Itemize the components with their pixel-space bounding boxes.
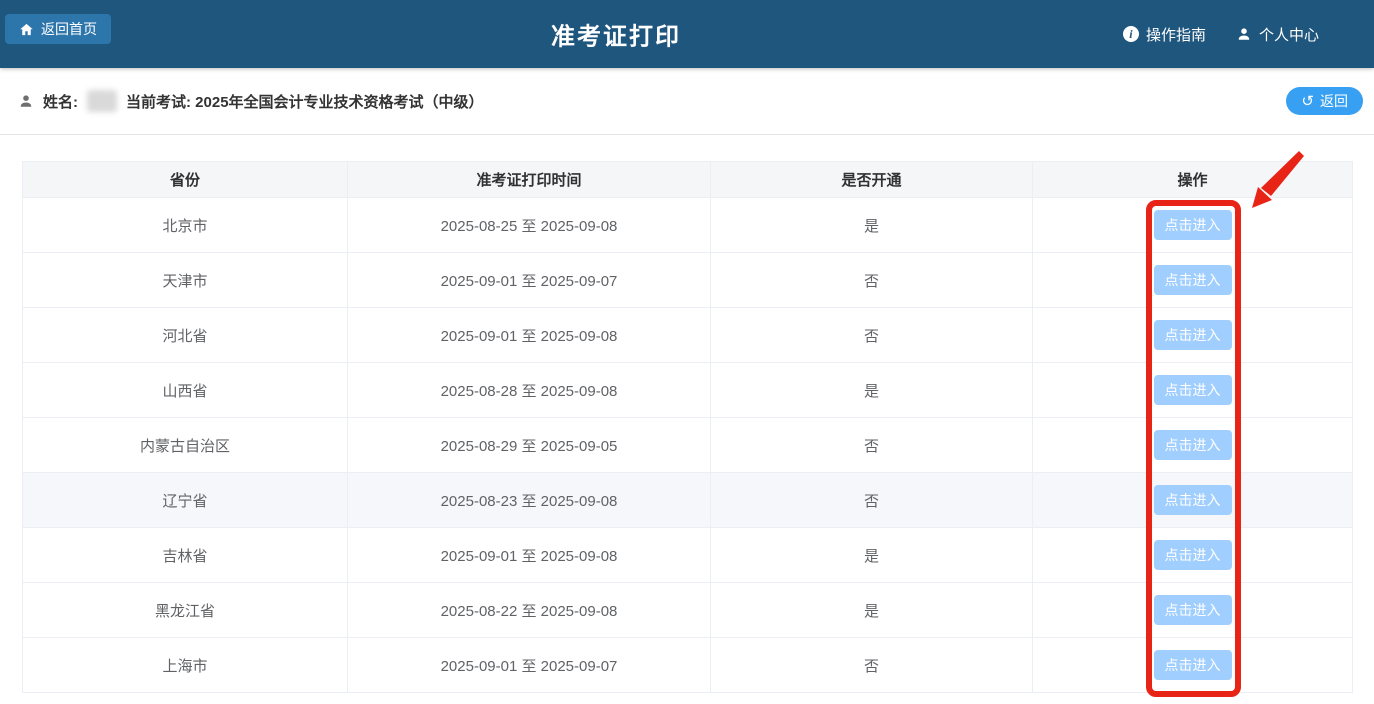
- province-cell: 辽宁省: [22, 472, 348, 528]
- refresh-icon: ↺: [1301, 92, 1314, 110]
- province-table: 省份 准考证打印时间 是否开通 操作 北京市 2025-08-25 至 2025-…: [22, 161, 1353, 693]
- enter-button[interactable]: 点击进入: [1153, 430, 1232, 460]
- print-period-cell: 2025-08-25 至 2025-09-08: [347, 197, 711, 253]
- print-period-cell: 2025-09-01 至 2025-09-08: [347, 527, 711, 583]
- user-exam-info: 姓名: 当前考试: 2025年全国会计专业技术资格考试（中级）: [18, 90, 1286, 112]
- open-status-cell: 否: [710, 307, 1033, 363]
- top-header-bar: 返回首页 准考证打印 i 操作指南 个人中心: [0, 0, 1374, 68]
- open-status-cell: 否: [710, 472, 1033, 528]
- print-period-cell: 2025-08-29 至 2025-09-05: [347, 417, 711, 473]
- col-header-province: 省份: [22, 161, 348, 198]
- print-period-cell: 2025-09-01 至 2025-09-08: [347, 307, 711, 363]
- home-icon: [19, 22, 34, 37]
- enter-button[interactable]: 点击进入: [1153, 265, 1232, 295]
- action-cell: 点击进入: [1032, 417, 1353, 473]
- open-status-cell: 是: [710, 527, 1033, 583]
- action-cell: 点击进入: [1032, 472, 1353, 528]
- redacted-name: [87, 90, 117, 112]
- open-status-cell: 是: [710, 197, 1033, 253]
- enter-button[interactable]: 点击进入: [1153, 485, 1232, 515]
- action-cell: 点击进入: [1032, 527, 1353, 583]
- table-row: 河北省 2025-09-01 至 2025-09-08 否 点击进入: [22, 307, 1353, 363]
- province-cell: 内蒙古自治区: [22, 417, 348, 473]
- return-button[interactable]: ↺ 返回: [1286, 87, 1363, 115]
- table-row: 吉林省 2025-09-01 至 2025-09-08 是 点击进入: [22, 527, 1353, 583]
- person-icon: [18, 93, 34, 109]
- print-period-cell: 2025-09-01 至 2025-09-07: [347, 637, 711, 693]
- table-header-row: 省份 准考证打印时间 是否开通 操作: [22, 161, 1353, 198]
- back-home-button[interactable]: 返回首页: [5, 14, 111, 44]
- enter-button[interactable]: 点击进入: [1153, 595, 1232, 625]
- table-row: 上海市 2025-09-01 至 2025-09-07 否 点击进入: [22, 637, 1353, 693]
- table-row: 北京市 2025-08-25 至 2025-09-08 是 点击进入: [22, 197, 1353, 253]
- table-row: 天津市 2025-09-01 至 2025-09-07 否 点击进入: [22, 252, 1353, 308]
- enter-button[interactable]: 点击进入: [1153, 375, 1232, 405]
- current-exam-label: 当前考试: 2025年全国会计专业技术资格考试（中级）: [126, 93, 484, 111]
- action-cell: 点击进入: [1032, 582, 1353, 638]
- province-cell: 吉林省: [22, 527, 348, 583]
- topbar-actions: i 操作指南 个人中心: [1122, 0, 1319, 68]
- table-row: 黑龙江省 2025-08-22 至 2025-09-08 是 点击进入: [22, 582, 1353, 638]
- province-cell: 山西省: [22, 362, 348, 418]
- user-icon: [1236, 26, 1252, 42]
- open-status-cell: 否: [710, 417, 1033, 473]
- print-period-cell: 2025-09-01 至 2025-09-07: [347, 252, 711, 308]
- table-row: 内蒙古自治区 2025-08-29 至 2025-09-05 否 点击进入: [22, 417, 1353, 473]
- enter-button[interactable]: 点击进入: [1153, 210, 1232, 240]
- main-content: 省份 准考证打印时间 是否开通 操作 北京市 2025-08-25 至 2025-…: [0, 135, 1374, 693]
- action-cell: 点击进入: [1032, 307, 1353, 363]
- province-cell: 黑龙江省: [22, 582, 348, 638]
- province-cell: 上海市: [22, 637, 348, 693]
- open-status-cell: 是: [710, 582, 1033, 638]
- province-cell: 河北省: [22, 307, 348, 363]
- action-cell: 点击进入: [1032, 252, 1353, 308]
- print-period-cell: 2025-08-28 至 2025-09-08: [347, 362, 711, 418]
- table-row: 山西省 2025-08-28 至 2025-09-08 是 点击进入: [22, 362, 1353, 418]
- col-header-print-period: 准考证打印时间: [347, 161, 711, 198]
- action-cell: 点击进入: [1032, 197, 1353, 253]
- profile-label: 个人中心: [1258, 26, 1319, 44]
- action-cell: 点击进入: [1032, 637, 1353, 693]
- table-row: 辽宁省 2025-08-23 至 2025-09-08 否 点击进入: [22, 472, 1353, 528]
- province-cell: 天津市: [22, 252, 348, 308]
- col-header-action: 操作: [1032, 161, 1353, 198]
- col-header-open-status: 是否开通: [710, 161, 1033, 198]
- name-label: 姓名:: [43, 93, 78, 111]
- info-icon: i: [1122, 26, 1139, 42]
- guide-label: 操作指南: [1145, 26, 1206, 44]
- user-exam-bar: 姓名: 当前考试: 2025年全国会计专业技术资格考试（中级） ↺ 返回: [0, 68, 1374, 135]
- profile-link[interactable]: 个人中心: [1236, 24, 1319, 45]
- enter-button[interactable]: 点击进入: [1153, 320, 1232, 350]
- return-label: 返回: [1320, 93, 1348, 109]
- open-status-cell: 否: [710, 637, 1033, 693]
- open-status-cell: 否: [710, 252, 1033, 308]
- action-cell: 点击进入: [1032, 362, 1353, 418]
- enter-button[interactable]: 点击进入: [1153, 650, 1232, 680]
- table-body: 北京市 2025-08-25 至 2025-09-08 是点击进入 天津市 2025-0…: [22, 197, 1353, 693]
- enter-button[interactable]: 点击进入: [1153, 540, 1232, 570]
- print-period-cell: 2025-08-23 至 2025-09-08: [347, 472, 711, 528]
- guide-link[interactable]: i 操作指南: [1122, 24, 1206, 45]
- open-status-cell: 是: [710, 362, 1033, 418]
- province-cell: 北京市: [22, 197, 348, 253]
- back-home-label: 返回首页: [41, 21, 97, 37]
- page-title: 准考证打印: [551, 23, 681, 51]
- print-period-cell: 2025-08-22 至 2025-09-08: [347, 582, 711, 638]
